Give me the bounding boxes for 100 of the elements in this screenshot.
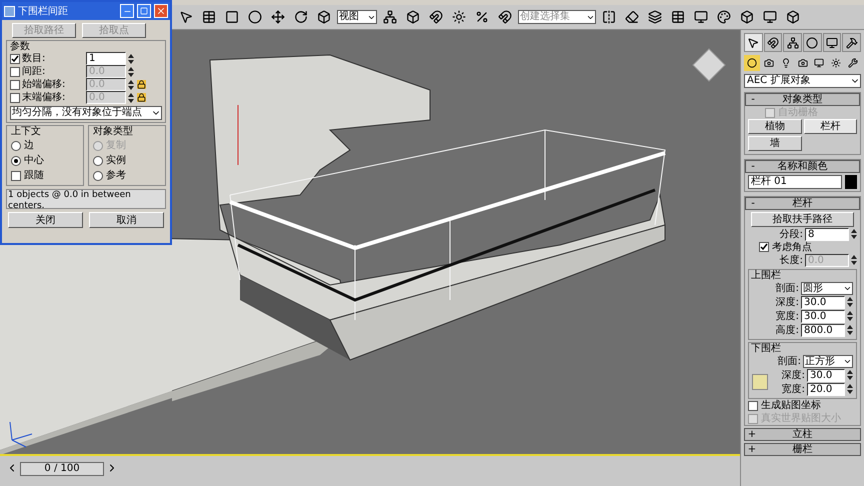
number-field[interactable]: 1 (86, 52, 126, 65)
checkbox[interactable] (10, 54, 20, 64)
checkbox[interactable] (10, 92, 20, 102)
checkbox[interactable] (759, 242, 769, 252)
spinner-icon[interactable] (847, 383, 853, 395)
panel-tab[interactable] (764, 33, 782, 52)
group-title: 参数 (10, 41, 31, 52)
magnet-icon (498, 10, 512, 24)
checkbox[interactable] (11, 170, 21, 180)
lock-icon[interactable] (137, 80, 146, 89)
group-title: 对象类型 (93, 126, 134, 138)
rollout-header[interactable]: + 栅栏 (744, 443, 861, 456)
distribution-dropdown[interactable]: 均匀分隔，没有对象位于端点 (10, 106, 162, 120)
checkbox[interactable] (10, 66, 20, 76)
close-icon (156, 6, 166, 16)
layers-icon (648, 10, 662, 24)
rollout-header[interactable]: - 对象类型 (745, 93, 860, 106)
spinner-icon[interactable] (851, 254, 857, 266)
spinner-icon[interactable] (847, 310, 853, 322)
monitor-icon (814, 58, 824, 68)
button[interactable]: 墙 (748, 136, 802, 151)
hierarchy-icon (786, 36, 799, 48)
view-cube-icon[interactable] (692, 48, 726, 82)
category-dropdown[interactable]: AEC 扩展对象 (744, 74, 861, 88)
checkbox[interactable] (748, 400, 758, 410)
checkbox[interactable] (10, 80, 20, 90)
panel-tab[interactable] (744, 33, 763, 52)
number-field[interactable]: 30.0 (807, 368, 845, 382)
eraser-icon (625, 10, 639, 24)
panel-tab[interactable] (822, 33, 842, 52)
hammer-icon (846, 36, 858, 48)
spinner-icon[interactable] (128, 52, 134, 64)
panel-tab[interactable] (842, 33, 862, 52)
hierarchy-icon (383, 10, 397, 24)
number-field[interactable]: 20.0 (807, 382, 845, 396)
rollout-header[interactable]: + 立柱 (744, 428, 861, 441)
magnet-icon (767, 36, 779, 48)
number-field[interactable]: 800.0 (801, 324, 845, 336)
pointer-icon (179, 10, 193, 24)
palette-icon (717, 10, 731, 24)
field-label: 宽度: (776, 310, 799, 324)
field-label: 始端偏移: (22, 79, 66, 90)
spinner-icon[interactable] (847, 296, 853, 308)
move-icon (271, 10, 285, 24)
button[interactable]: 拾取扶手路径 (751, 212, 854, 227)
option-label: 边 (24, 138, 34, 153)
rail-profile-icon[interactable] (752, 374, 768, 390)
minimize-button[interactable] (120, 4, 134, 18)
profile-dropdown[interactable]: 正方形 (803, 354, 853, 368)
button[interactable]: 取消 (89, 212, 164, 228)
light-icon (780, 58, 791, 68)
field-label: 高度: (776, 324, 799, 338)
list-icon (202, 10, 216, 24)
mirror-icon (602, 10, 616, 24)
button[interactable]: 植物 (748, 119, 802, 134)
frame-counter[interactable]: 0 / 100 (20, 462, 104, 476)
radio-button[interactable] (11, 140, 21, 150)
monitor-icon (826, 36, 838, 48)
radio-button[interactable] (93, 156, 103, 166)
radio-button[interactable] (93, 170, 103, 180)
radio-button[interactable] (11, 156, 21, 166)
panel-tab[interactable] (783, 33, 802, 52)
spinner-icon[interactable] (847, 324, 853, 336)
lock-icon[interactable] (137, 93, 146, 102)
button[interactable]: 关闭 (8, 212, 83, 228)
cube-icon (317, 10, 331, 24)
view-dropdown[interactable]: 视图 (337, 10, 377, 24)
option-label: 生成贴图坐标 (761, 398, 821, 412)
cube-icon (406, 10, 420, 24)
button[interactable]: 栏杆 (804, 119, 857, 134)
category-button[interactable] (744, 55, 760, 71)
field-label: 末端偏移: (22, 92, 66, 103)
status-text: 1 objects @ 0.0 in between centers. (6, 189, 166, 209)
spinner-icon[interactable] (128, 78, 134, 90)
spinner-icon[interactable] (128, 92, 134, 104)
field-label: 宽度: (782, 382, 805, 396)
sun-icon (452, 10, 466, 24)
spinner-icon[interactable] (851, 228, 857, 240)
rollout-header[interactable]: - 名称和颜色 (745, 160, 860, 173)
number-field[interactable]: 30.0 (801, 296, 845, 308)
group-title: 上下文 (11, 126, 42, 138)
rollout-header[interactable]: - 栏杆 (745, 197, 860, 210)
maximize-icon (140, 7, 148, 15)
field-label: 深度: (776, 296, 799, 310)
option-label: 复制 (106, 138, 126, 153)
pointer-icon (747, 36, 760, 48)
panel-tab[interactable] (803, 33, 822, 52)
monitor-icon (694, 10, 708, 24)
spinner-icon[interactable] (847, 369, 853, 381)
number-field[interactable]: 30.0 (801, 310, 845, 322)
number-field[interactable]: 8 (805, 228, 849, 240)
name-field[interactable]: 栏杆 01 (748, 175, 842, 189)
selection-set-dropdown[interactable]: 创建选择集 (518, 10, 596, 24)
maximize-button[interactable] (137, 4, 151, 18)
color-swatch[interactable] (845, 175, 857, 189)
percent-icon (475, 10, 489, 24)
close-button[interactable] (154, 4, 168, 18)
field-label: 分段: (780, 228, 803, 242)
spinner-icon[interactable] (128, 66, 134, 78)
profile-dropdown[interactable]: 圆形 (801, 282, 853, 294)
